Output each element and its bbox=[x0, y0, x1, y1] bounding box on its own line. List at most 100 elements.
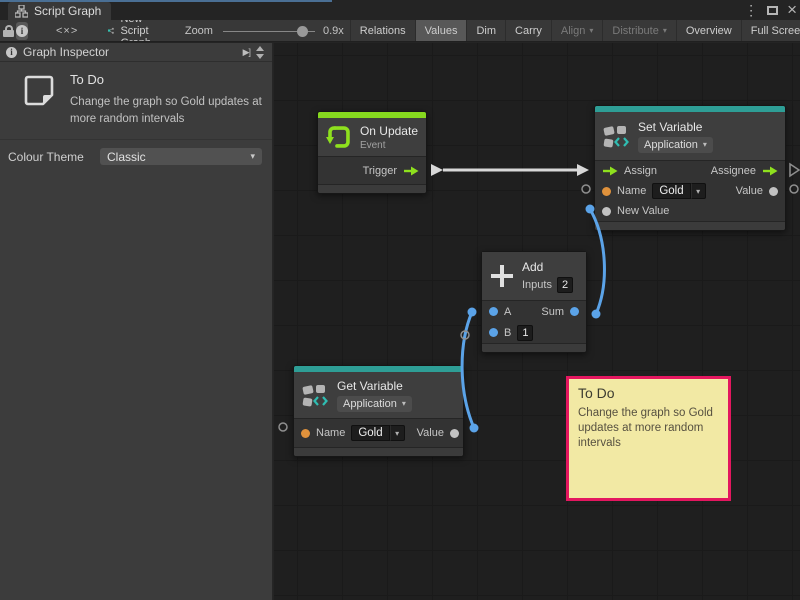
variables-icon bbox=[302, 383, 329, 408]
node-title: On Update bbox=[360, 124, 418, 138]
port-name-input[interactable] bbox=[301, 429, 310, 438]
tab-script-graph[interactable]: Script Graph bbox=[8, 2, 111, 20]
port-b-input[interactable] bbox=[489, 328, 498, 337]
port-newvalue-label: New Value bbox=[617, 205, 669, 217]
chevron-down-icon: ▾ bbox=[250, 151, 255, 162]
port-newvalue-input[interactable] bbox=[602, 207, 611, 216]
port-trigger-label: Trigger bbox=[363, 165, 397, 177]
node-title: Add bbox=[522, 260, 573, 274]
port-a-label: A bbox=[504, 306, 511, 318]
port-sum-label: Sum bbox=[541, 306, 564, 318]
chevron-down-icon: ▾ bbox=[703, 140, 707, 149]
window-menu-icon[interactable]: ⋮ bbox=[744, 3, 758, 17]
chevron-down-icon: ▾ bbox=[589, 26, 593, 35]
toolbar-button-dim[interactable]: Dim bbox=[466, 20, 505, 42]
port-name-label: Name bbox=[316, 427, 345, 439]
variable-scope-dropdown[interactable]: Application ▾ bbox=[638, 137, 713, 153]
port-hint-circle bbox=[790, 185, 798, 193]
tab-title: Script Graph bbox=[34, 4, 101, 18]
graph-inspector-panel: i Graph Inspector ▶] To Do Change the gr… bbox=[0, 43, 273, 600]
toolbar-buttons: Relations Values Dim Carry Align ▾ Distr… bbox=[350, 20, 800, 42]
zoom-slider[interactable] bbox=[223, 24, 315, 38]
node-set-variable[interactable]: Set Variable Application ▾ Assign Assign… bbox=[594, 105, 786, 231]
colour-theme-row: Colour Theme Classic ▾ bbox=[0, 140, 272, 165]
chevron-down-icon bbox=[256, 54, 264, 59]
port-name-input[interactable] bbox=[602, 187, 611, 196]
wire-start-arrow bbox=[431, 164, 443, 176]
port-a-input[interactable] bbox=[489, 307, 498, 316]
zoom-slider-handle[interactable] bbox=[297, 26, 308, 37]
graph-canvas[interactable]: On Update Event Trigger bbox=[274, 43, 800, 600]
colour-theme-dropdown[interactable]: Classic ▾ bbox=[100, 148, 262, 165]
toolbar-button-values[interactable]: Values bbox=[415, 20, 467, 42]
sticky-note[interactable]: To Do Change the graph so Gold updates a… bbox=[566, 376, 731, 501]
port-assign-input[interactable] bbox=[602, 166, 618, 176]
lock-graph-button[interactable] bbox=[3, 22, 14, 40]
window-close-icon[interactable]: × bbox=[787, 3, 797, 17]
port-assignee-output[interactable] bbox=[762, 166, 778, 176]
inspector-toggle-button[interactable]: i bbox=[16, 22, 28, 40]
window-controls: ⋮ × bbox=[744, 2, 797, 18]
sticky-note-text: Change the graph so Gold updates at more… bbox=[578, 406, 718, 451]
toolbar-button-carry[interactable]: Carry bbox=[505, 20, 551, 42]
code-preview-button[interactable]: <×> bbox=[56, 22, 78, 40]
zoom-value: 0.9x bbox=[323, 25, 344, 37]
zoom-label: Zoom bbox=[185, 25, 213, 37]
toolbar-button-fullscreen[interactable]: Full Screen bbox=[741, 20, 800, 42]
new-script-graph-label: New Script Graph bbox=[120, 20, 158, 42]
chevron-down-icon: ▾ bbox=[402, 399, 406, 408]
port-value-label: Value bbox=[417, 427, 444, 439]
port-value-output[interactable] bbox=[769, 187, 778, 196]
sticky-note-icon bbox=[22, 74, 56, 110]
port-b-value-field[interactable]: 1 bbox=[517, 325, 533, 341]
zoom-control: Zoom 0.9x bbox=[185, 24, 344, 38]
port-hint-circle bbox=[461, 331, 469, 339]
chevron-down-icon: ▾ bbox=[395, 429, 399, 438]
new-script-graph-button[interactable]: New Script Graph bbox=[108, 20, 159, 42]
port-trigger-output[interactable] bbox=[403, 166, 419, 176]
inspector-todo-section: To Do Change the graph so Gold updates a… bbox=[0, 62, 272, 140]
distribute-label: Distribute bbox=[612, 25, 658, 37]
chevron-down-icon: ▾ bbox=[663, 26, 667, 35]
colour-theme-value: Classic bbox=[107, 150, 146, 164]
node-subtitle: Event bbox=[360, 140, 418, 151]
variable-name-dropdown[interactable]: Gold ▾ bbox=[351, 425, 404, 441]
toolbar-button-distribute[interactable]: Distribute ▾ bbox=[602, 20, 675, 42]
node-footer bbox=[318, 184, 426, 193]
toolbar-button-overview[interactable]: Overview bbox=[676, 20, 741, 42]
variable-name-value: Gold bbox=[351, 425, 389, 441]
inputs-count-field[interactable]: 2 bbox=[557, 277, 573, 293]
port-hint-circle bbox=[582, 185, 590, 193]
info-icon: i bbox=[6, 47, 17, 58]
port-value-output[interactable] bbox=[450, 429, 459, 438]
inputs-label: Inputs bbox=[522, 279, 552, 291]
variable-scope-value: Application bbox=[644, 139, 698, 151]
node-add[interactable]: Add Inputs 2 A Sum B bbox=[481, 251, 587, 353]
on-update-event-icon bbox=[326, 124, 352, 150]
info-icon: i bbox=[16, 25, 28, 37]
node-footer bbox=[595, 221, 785, 230]
toolbar-button-relations[interactable]: Relations bbox=[350, 20, 415, 42]
panel-spinner[interactable] bbox=[256, 46, 264, 59]
wire-endpoint-dot bbox=[470, 424, 479, 433]
script-graph-icon bbox=[15, 5, 28, 18]
node-footer bbox=[294, 447, 463, 456]
toolbar-button-align[interactable]: Align ▾ bbox=[551, 20, 602, 42]
port-sum-output[interactable] bbox=[570, 307, 579, 316]
node-on-update[interactable]: On Update Event Trigger bbox=[317, 111, 427, 194]
variable-scope-dropdown[interactable]: Application ▾ bbox=[337, 396, 412, 412]
port-hint-circle bbox=[279, 423, 287, 431]
window-maximize-icon[interactable] bbox=[767, 6, 778, 15]
tab-bar: Script Graph ⋮ × bbox=[0, 0, 800, 20]
colour-theme-label: Colour Theme bbox=[8, 150, 100, 164]
dock-panel-icon[interactable]: ▶] bbox=[243, 47, 250, 58]
variable-scope-value: Application bbox=[343, 398, 397, 410]
wire-endpoint-dot bbox=[468, 308, 477, 317]
node-get-variable[interactable]: Get Variable Application ▾ Name Gold ▾ bbox=[293, 365, 464, 457]
variable-name-dropdown[interactable]: Gold ▾ bbox=[652, 183, 705, 199]
port-b-label: B bbox=[504, 327, 511, 339]
code-icon: <×> bbox=[56, 25, 78, 37]
port-hint-triangle bbox=[790, 164, 799, 176]
port-assign-label: Assign bbox=[624, 165, 657, 177]
graph-toolbar: i <×> New Script Graph Zoom 0.9x Relatio… bbox=[0, 20, 800, 42]
